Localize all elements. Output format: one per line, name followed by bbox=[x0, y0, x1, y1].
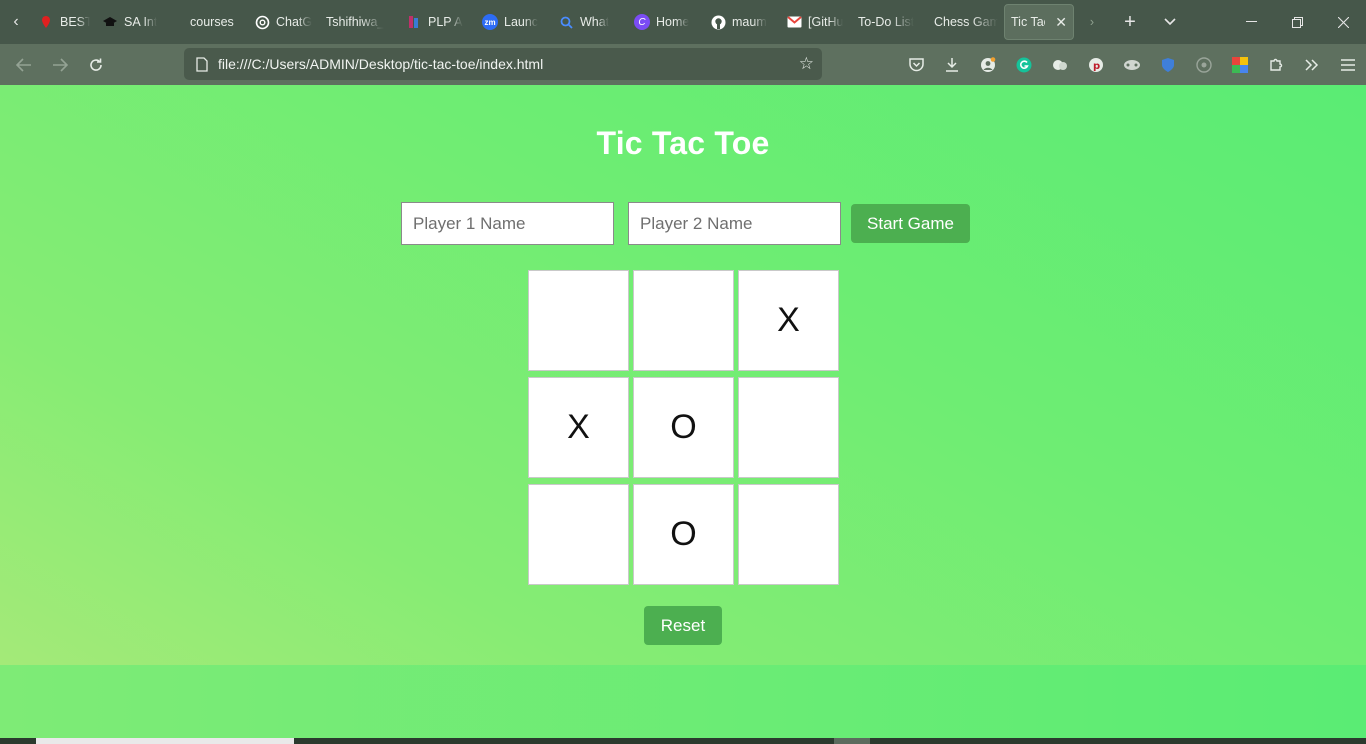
taskbar bbox=[0, 738, 1366, 744]
tab-title: PLP A bbox=[428, 15, 463, 29]
gmail-icon bbox=[786, 14, 802, 30]
tab-todo[interactable]: To-Do List bbox=[856, 0, 932, 44]
tab-home[interactable]: C Home bbox=[628, 0, 704, 44]
page-title: Tic Tac Toe bbox=[596, 125, 770, 161]
tab-title: maum bbox=[732, 15, 767, 29]
shield-icon[interactable] bbox=[1150, 49, 1186, 81]
tab-scroll-left-button[interactable]: ‹ bbox=[0, 0, 32, 44]
menu-hamburger-icon[interactable] bbox=[1330, 49, 1366, 81]
account-icon[interactable] bbox=[970, 49, 1006, 81]
tab-title: Tshifhiwa_ bbox=[326, 15, 385, 29]
tab-title: Tic Tac bbox=[1011, 15, 1045, 29]
restore-icon[interactable] bbox=[1274, 0, 1320, 44]
plp-icon bbox=[406, 14, 422, 30]
back-arrow-icon[interactable] bbox=[6, 49, 42, 81]
chatgpt-icon bbox=[254, 14, 270, 30]
svg-text:p: p bbox=[1093, 61, 1100, 72]
close-tab-icon[interactable]: ✕ bbox=[1055, 14, 1067, 31]
taskbar-search-box[interactable] bbox=[36, 738, 294, 744]
overflow-chevrons-icon[interactable] bbox=[1294, 49, 1330, 81]
pinterest-icon[interactable]: p bbox=[1078, 49, 1114, 81]
toolbar-icons: p bbox=[898, 44, 1366, 85]
close-window-icon[interactable] bbox=[1320, 0, 1366, 44]
tab-plp[interactable]: PLP A bbox=[400, 0, 476, 44]
forward-arrow-icon[interactable] bbox=[42, 49, 78, 81]
minimize-icon[interactable] bbox=[1228, 0, 1274, 44]
reset-button[interactable]: Reset bbox=[644, 606, 722, 645]
graduation-cap-icon bbox=[102, 14, 118, 30]
extension-gamepad-icon[interactable] bbox=[1114, 49, 1150, 81]
extension-colorgrid-icon[interactable] bbox=[1222, 49, 1258, 81]
github-icon bbox=[710, 14, 726, 30]
tab-title: Launc bbox=[504, 15, 539, 29]
player1-name-input[interactable] bbox=[401, 202, 614, 245]
red-pin-icon bbox=[38, 14, 54, 30]
tab-title: To-Do List bbox=[858, 15, 915, 29]
tab-courses[interactable]: courses bbox=[172, 0, 248, 44]
tab-tshifhiwa[interactable]: Tshifhiwa_ bbox=[324, 0, 400, 44]
tab-title: courses bbox=[190, 15, 234, 29]
board-cell-3[interactable]: X bbox=[528, 377, 629, 478]
tab-title: SA Int bbox=[124, 15, 158, 29]
address-bar[interactable]: file:///C:/Users/ADMIN/Desktop/tic-tac-t… bbox=[184, 48, 822, 80]
game-board: X X O O bbox=[528, 270, 840, 586]
url-text[interactable]: file:///C:/Users/ADMIN/Desktop/tic-tac-t… bbox=[218, 56, 543, 72]
tab-gmail[interactable]: [GitHu bbox=[780, 0, 856, 44]
tab-sa-int[interactable]: SA Int bbox=[96, 0, 172, 44]
tab-title: BEST I bbox=[60, 15, 90, 29]
board-cell-2[interactable]: X bbox=[738, 270, 839, 371]
tab-tic-tac-toe[interactable]: Tic Tac ✕ bbox=[1004, 4, 1074, 40]
canva-icon: C bbox=[634, 14, 650, 30]
list-tabs-icon[interactable] bbox=[1150, 0, 1190, 44]
tab-zoom[interactable]: zm Launc bbox=[476, 0, 552, 44]
board-cell-7[interactable]: O bbox=[633, 484, 734, 585]
tab-title: Chess Gam bbox=[934, 15, 998, 29]
pocket-icon[interactable] bbox=[898, 49, 934, 81]
board-cell-8[interactable] bbox=[738, 484, 839, 585]
board-cell-0[interactable] bbox=[528, 270, 629, 371]
tab-title: ChatG bbox=[276, 15, 313, 29]
tab-chess[interactable]: Chess Gam bbox=[932, 0, 1004, 44]
grammarly-icon[interactable] bbox=[1006, 49, 1042, 81]
tab-title: [GitHu bbox=[808, 15, 844, 29]
tab-chatgpt[interactable]: ChatG bbox=[248, 0, 324, 44]
board-cell-5[interactable] bbox=[738, 377, 839, 478]
search-icon bbox=[558, 14, 574, 30]
page-bottom-area bbox=[0, 665, 1366, 738]
tab-title: Home bbox=[656, 15, 690, 29]
board-cell-1[interactable] bbox=[633, 270, 734, 371]
taskbar-app-indicator[interactable] bbox=[834, 738, 870, 744]
start-game-button[interactable]: Start Game bbox=[851, 204, 970, 243]
new-tab-icon[interactable]: + bbox=[1110, 0, 1150, 44]
downloads-icon[interactable] bbox=[934, 49, 970, 81]
tab-title: What bbox=[580, 15, 610, 29]
board-cell-6[interactable] bbox=[528, 484, 629, 585]
bookmark-star-icon[interactable]: ☆ bbox=[799, 54, 814, 74]
player2-name-input[interactable] bbox=[628, 202, 841, 245]
extension-clouds-icon[interactable] bbox=[1042, 49, 1078, 81]
extensions-puzzle-icon[interactable] bbox=[1258, 49, 1294, 81]
navigation-toolbar: file:///C:/Users/ADMIN/Desktop/tic-tac-t… bbox=[0, 44, 1366, 85]
reload-icon[interactable] bbox=[78, 49, 114, 81]
tab-best[interactable]: BEST I bbox=[32, 0, 96, 44]
tab-github[interactable]: maum bbox=[704, 0, 780, 44]
tab-what[interactable]: What bbox=[552, 0, 628, 44]
tab-strip: ‹ BEST I SA Int courses ChatG Tshifhiwa_… bbox=[0, 0, 1366, 44]
page-icon bbox=[194, 56, 210, 72]
zoom-icon: zm bbox=[482, 14, 498, 30]
tab-scroll-right-button[interactable]: › bbox=[1074, 0, 1110, 44]
page-viewport: Tic Tac Toe Start Game X X O O Reset bbox=[0, 85, 1366, 738]
game-container: Tic Tac Toe Start Game X X O O Reset bbox=[0, 85, 1366, 665]
board-cell-4[interactable]: O bbox=[633, 377, 734, 478]
extension-wheel-icon[interactable] bbox=[1186, 49, 1222, 81]
